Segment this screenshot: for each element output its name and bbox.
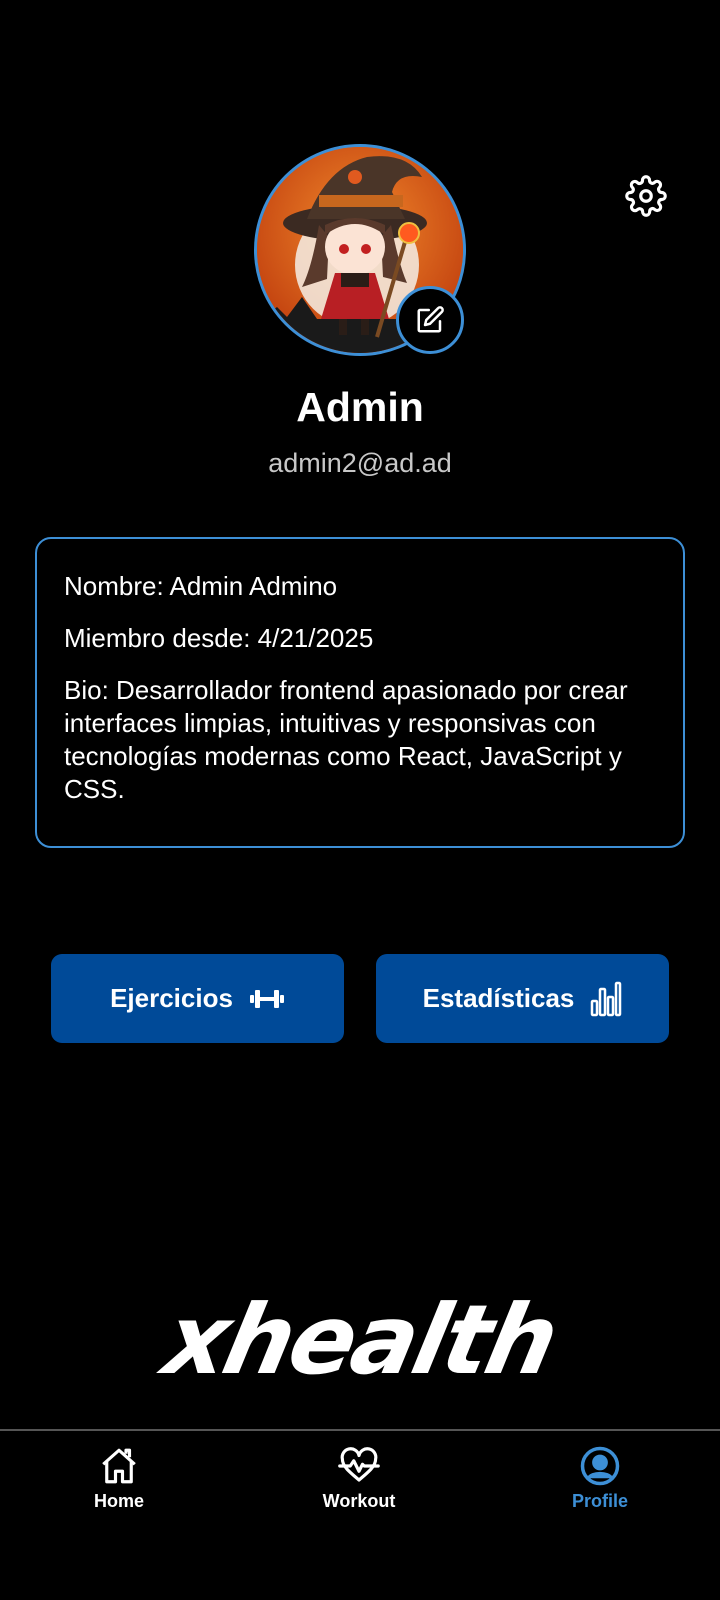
bottom-navigation: Home Workout Profile <box>0 1429 720 1600</box>
xhealth-logo: xhealth <box>150 1284 570 1396</box>
edit-avatar-button[interactable] <box>396 286 464 354</box>
heartbeat-icon <box>338 1447 380 1482</box>
info-nombre: Nombre: Admin Admino <box>64 571 338 601</box>
logo-text: xhealth <box>154 1284 566 1396</box>
user-circle-icon <box>580 1446 620 1486</box>
nav-item-workout[interactable]: Workout <box>279 1445 439 1512</box>
info-bio: Bio: Desarrollador frontend apasionado p… <box>64 675 628 804</box>
exercises-button[interactable]: Ejercicios <box>51 954 344 1043</box>
avatar-container <box>254 144 466 356</box>
nav-item-profile[interactable]: Profile <box>520 1445 680 1512</box>
nav-label-workout: Workout <box>322 1491 396 1511</box>
nav-label-home: Home <box>93 1491 144 1511</box>
statistics-button[interactable]: Estadísticas <box>376 954 669 1043</box>
home-icon <box>102 1448 136 1484</box>
nav-item-home[interactable]: Home <box>39 1445 199 1512</box>
profile-info-card: Nombre: Admin Admino Miembro desde: 4/21… <box>35 537 685 848</box>
profile-email: admin2@ad.ad <box>268 448 452 478</box>
profile-screen: Admin admin2@ad.ad Nombre: Admin Admino … <box>0 0 720 1600</box>
gear-icon <box>625 175 667 217</box>
nav-label-profile: Profile <box>571 1491 628 1511</box>
statistics-button-label: Estadísticas <box>422 983 575 1013</box>
settings-button[interactable] <box>622 172 670 220</box>
dumbbell-icon <box>249 989 284 1008</box>
bar-chart-icon <box>591 981 622 1016</box>
exercises-button-label: Ejercicios <box>110 983 233 1013</box>
info-miembro-desde: Miembro desde: 4/21/2025 <box>64 623 374 653</box>
profile-name: Admin <box>296 384 424 430</box>
edit-icon <box>417 306 444 333</box>
